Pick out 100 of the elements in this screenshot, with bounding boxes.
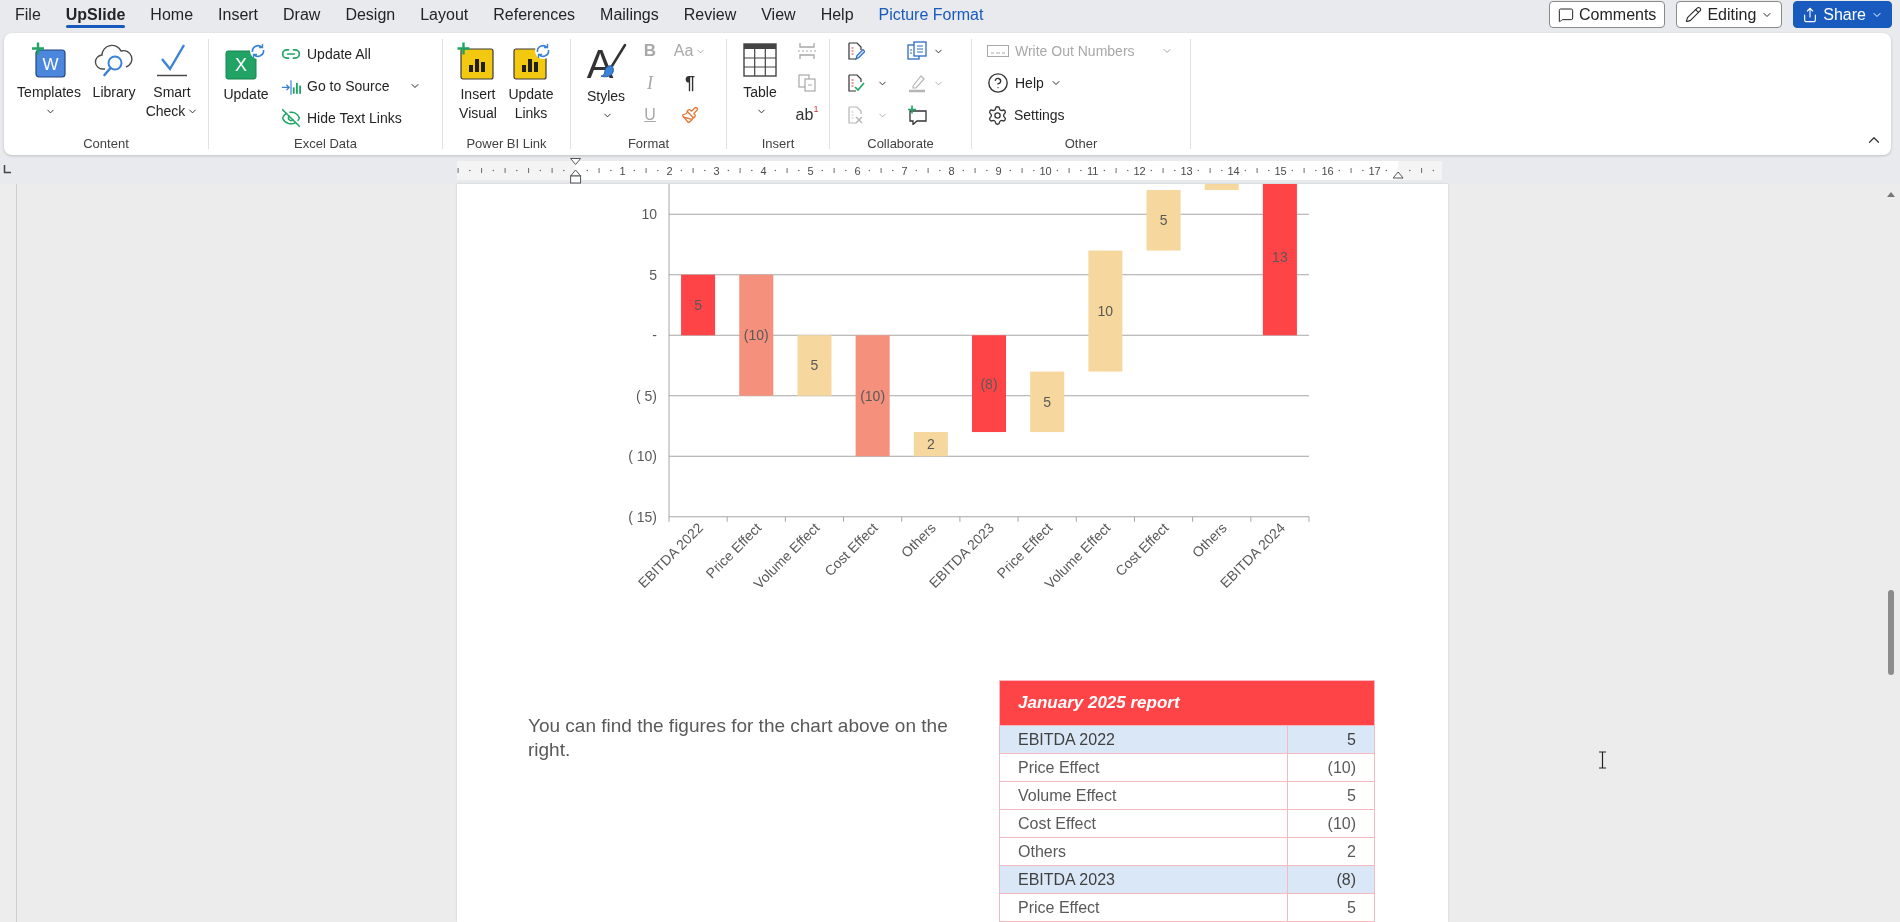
- settings-icon: [987, 104, 1008, 126]
- bar-value-label: 5: [1159, 212, 1168, 229]
- y-tick-label: ( 5): [636, 387, 657, 404]
- paintbrush-icon: [681, 106, 699, 124]
- bar-value-label: 5: [810, 357, 819, 374]
- ruler-number: 3: [713, 165, 720, 177]
- bar-value-label: 2: [926, 436, 935, 453]
- share-icon: [1802, 6, 1819, 23]
- ruler-number: 9: [995, 165, 1002, 177]
- ruler-number: 4: [760, 165, 767, 177]
- ruler-number: 2: [666, 165, 673, 177]
- chart-refresh-icon: [510, 42, 552, 80]
- ribbon-group-label: Power BI Link: [466, 136, 547, 152]
- comments-button[interactable]: Comments: [1549, 1, 1666, 28]
- ribbon-tab[interactable]: Help: [820, 0, 854, 29]
- help-button[interactable]: Help: [987, 69, 1173, 97]
- ribbon-tab[interactable]: Home: [150, 0, 194, 29]
- ribbon-tab[interactable]: Insert: [218, 0, 259, 29]
- insert-visual-button[interactable]: Insert Visual: [455, 33, 501, 123]
- table-header-cell: January 2025 report: [1000, 681, 1374, 725]
- triangle-up-icon: [1887, 191, 1895, 197]
- ruler-number: 8: [948, 165, 955, 177]
- templates-button[interactable]: W Templates: [14, 33, 84, 121]
- y-tick-label: -: [652, 327, 657, 344]
- update-links-button[interactable]: Update Links: [505, 33, 557, 123]
- ribbon-tab[interactable]: View: [761, 0, 796, 29]
- ruler-number: 15: [1274, 165, 1287, 177]
- table-button[interactable]: Table: [737, 33, 783, 121]
- y-tick-label: 10: [641, 206, 657, 223]
- formatting-marks-button[interactable]: ¶: [685, 69, 695, 97]
- update-button[interactable]: X Update: [221, 33, 271, 104]
- table-rows-icon: [797, 41, 817, 61]
- pencil-icon: [1685, 6, 1703, 23]
- ribbon-tab[interactable]: Draw: [283, 0, 321, 29]
- ribbon-group-label: Format: [627, 136, 670, 152]
- checkmark-icon: [154, 42, 190, 78]
- y-tick-label: ( 15): [628, 508, 657, 525]
- ribbon-group-label: Excel Data: [294, 136, 357, 152]
- bar-value-label: 13: [1272, 248, 1288, 265]
- bar-value-label: 5: [1043, 393, 1052, 410]
- library-button[interactable]: Library: [88, 33, 140, 102]
- ruler-number: 10: [1039, 165, 1052, 177]
- ruler-number: 14: [1227, 165, 1240, 177]
- help-icon: [987, 72, 1009, 94]
- bar-value-label: 10: [1097, 302, 1114, 319]
- number-box-icon: [987, 45, 1009, 57]
- highlighter-icon: [907, 73, 927, 93]
- go-to-source-button[interactable]: Go to Source: [281, 72, 421, 100]
- ruler-number: 5: [807, 165, 814, 177]
- ribbon-tab[interactable]: Picture Format: [878, 0, 984, 29]
- ruler-number: 12: [1133, 165, 1146, 177]
- scroll-up-button[interactable]: [1886, 190, 1896, 198]
- settings-button[interactable]: Settings: [987, 101, 1173, 129]
- split-pages-icon: [797, 73, 817, 93]
- table-cell: EBITDA 2022: [1000, 726, 1288, 753]
- ribbon-tab[interactable]: References: [493, 0, 576, 29]
- smart-check-button[interactable]: Smart Check: [144, 33, 200, 121]
- table-cell: EBITDA 2023: [1000, 866, 1288, 893]
- comment-plus-icon: [907, 105, 927, 125]
- table-cell: (8): [1288, 866, 1374, 893]
- y-tick-label: 5: [649, 266, 657, 283]
- ruler-number: 7: [901, 165, 908, 177]
- share-button[interactable]: Share: [1793, 1, 1892, 28]
- comment-icon: [1558, 6, 1574, 23]
- bar-value-label: (8): [980, 375, 998, 392]
- document-x-icon: [845, 105, 865, 125]
- bar-value-label: (10): [743, 327, 769, 344]
- ruler-number: 16: [1321, 165, 1334, 177]
- ribbon-tab[interactable]: Mailings: [600, 0, 659, 29]
- ribbon-tab[interactable]: File: [15, 0, 41, 29]
- cloud-search-icon: [94, 42, 134, 78]
- ribbon-group-label: Collaborate: [867, 136, 934, 152]
- ruler-number: 1: [619, 165, 626, 177]
- ruler-number: 6: [854, 165, 861, 177]
- ribbon-group-label: Insert: [761, 136, 795, 152]
- arrow-to-bars-icon: [281, 77, 301, 95]
- table-cell: 5: [1288, 726, 1374, 753]
- ribbon-tab[interactable]: UpSlide: [65, 0, 126, 29]
- ribbon-tab[interactable]: Review: [683, 0, 737, 29]
- scrollbar-thumb[interactable]: [1888, 590, 1894, 675]
- editing-mode-button[interactable]: Editing: [1676, 1, 1783, 28]
- ribbon-group-label: Other: [1064, 136, 1098, 152]
- document-pen-icon: [845, 41, 865, 61]
- documents-icon: [907, 41, 927, 61]
- table-grid-icon: [742, 42, 778, 78]
- tab-stop-icon[interactable]: [3, 165, 11, 174]
- text-cursor-icon: [1598, 751, 1607, 769]
- ruler-number: 17: [1368, 165, 1381, 177]
- indent-marker-icon[interactable]: [1392, 171, 1404, 179]
- ribbon-tab[interactable]: Design: [345, 0, 396, 29]
- bar-value-label: 5: [694, 296, 702, 313]
- hide-text-links-button[interactable]: Hide Text Links: [281, 104, 421, 132]
- ribbon-group-label: Content: [83, 136, 129, 152]
- update-all-button[interactable]: Update All: [281, 40, 421, 68]
- bar-value-label: (10): [860, 387, 886, 404]
- document-check-icon: [845, 73, 865, 93]
- ribbon-tab[interactable]: Layout: [420, 0, 469, 29]
- y-tick-label: ( 10): [628, 448, 657, 465]
- body-paragraph: You can find the figures for the chart above on the right.: [528, 714, 949, 761]
- indent-marker-icon[interactable]: [570, 158, 582, 184]
